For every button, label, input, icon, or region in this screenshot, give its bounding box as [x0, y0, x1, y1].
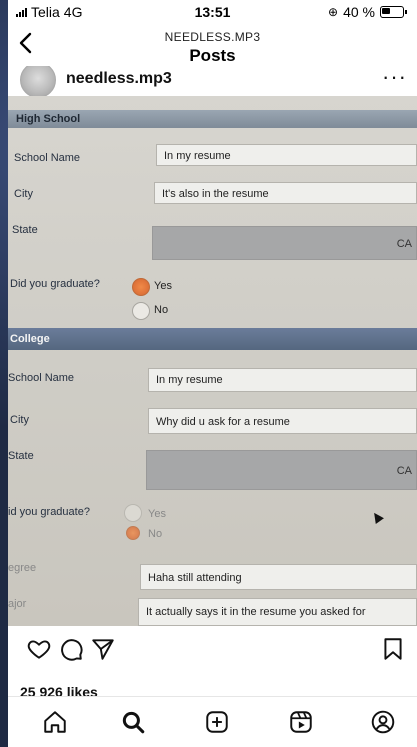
c-yes-label: Yes: [148, 508, 166, 520]
c-school-name-label: School Name: [8, 372, 75, 384]
avatar[interactable]: [20, 66, 56, 96]
post-actions: [8, 626, 417, 684]
battery-icon: [380, 6, 404, 18]
home-icon[interactable]: [42, 709, 68, 735]
status-bar: Telia 4G 13:51 ⊕ 40 %: [8, 0, 417, 22]
post-author-row: needless.mp3 ···: [8, 66, 417, 96]
section-college: College: [8, 328, 417, 350]
mouse-cursor-icon: [370, 510, 384, 524]
alarm-icon: ⊕: [328, 5, 339, 19]
post-username[interactable]: needless.mp3: [66, 70, 172, 88]
c-no-label: No: [148, 528, 163, 540]
post-photo[interactable]: High School School Name In my resume Cit…: [8, 96, 417, 626]
c-graduate-label: id you graduate?: [8, 506, 90, 518]
degree-field: Haha still attending: [140, 564, 417, 590]
battery-info: ⊕ 40 %: [328, 4, 407, 20]
major-field: It actually says it in the resume you as…: [138, 598, 417, 626]
c-city-field: Why did u ask for a resume: [148, 408, 417, 434]
battery-percent: 40 %: [343, 4, 375, 20]
hs-yes-label: Yes: [154, 280, 172, 292]
section-high-school: High School: [8, 110, 417, 128]
page-header: NEEDLESS.MP3 Posts: [8, 24, 417, 66]
instagram-app: Telia 4G 13:51 ⊕ 40 % NEEDLESS.MP3 Posts…: [8, 0, 417, 747]
heart-icon[interactable]: [26, 636, 52, 662]
hs-school-name-field: In my resume: [156, 144, 417, 166]
c-no-radio: [126, 526, 140, 540]
c-city-label: City: [10, 414, 29, 426]
hs-yes-radio: [132, 278, 150, 296]
hs-state-field: CA: [152, 226, 417, 260]
hs-city-label: City: [14, 188, 33, 200]
page-title: Posts: [189, 46, 236, 65]
bookmark-icon[interactable]: [380, 636, 406, 662]
c-state-label: State: [8, 450, 34, 462]
hs-graduate-label: Did you graduate?: [10, 278, 100, 290]
c-school-name-field: In my resume: [148, 368, 417, 392]
page-subtitle: NEEDLESS.MP3: [164, 30, 261, 44]
major-label: ajor: [8, 598, 27, 610]
hs-no-radio: [132, 302, 150, 320]
search-icon[interactable]: [120, 709, 146, 735]
bottom-nav: [8, 696, 417, 747]
hs-city-field: It's also in the resume: [154, 182, 417, 204]
comment-icon[interactable]: [58, 636, 84, 662]
plus-square-icon[interactable]: [204, 709, 230, 735]
more-dots-icon[interactable]: ···: [382, 66, 407, 90]
degree-label: egree: [8, 562, 37, 574]
profile-icon[interactable]: [370, 709, 396, 735]
c-yes-radio: [124, 504, 142, 522]
hs-no-label: No: [154, 304, 169, 316]
hs-school-name-label: School Name: [14, 152, 81, 164]
hs-state-label: State: [12, 224, 38, 236]
send-icon[interactable]: [90, 636, 116, 662]
c-state-field: CA: [146, 450, 417, 490]
reels-icon[interactable]: [288, 709, 314, 735]
